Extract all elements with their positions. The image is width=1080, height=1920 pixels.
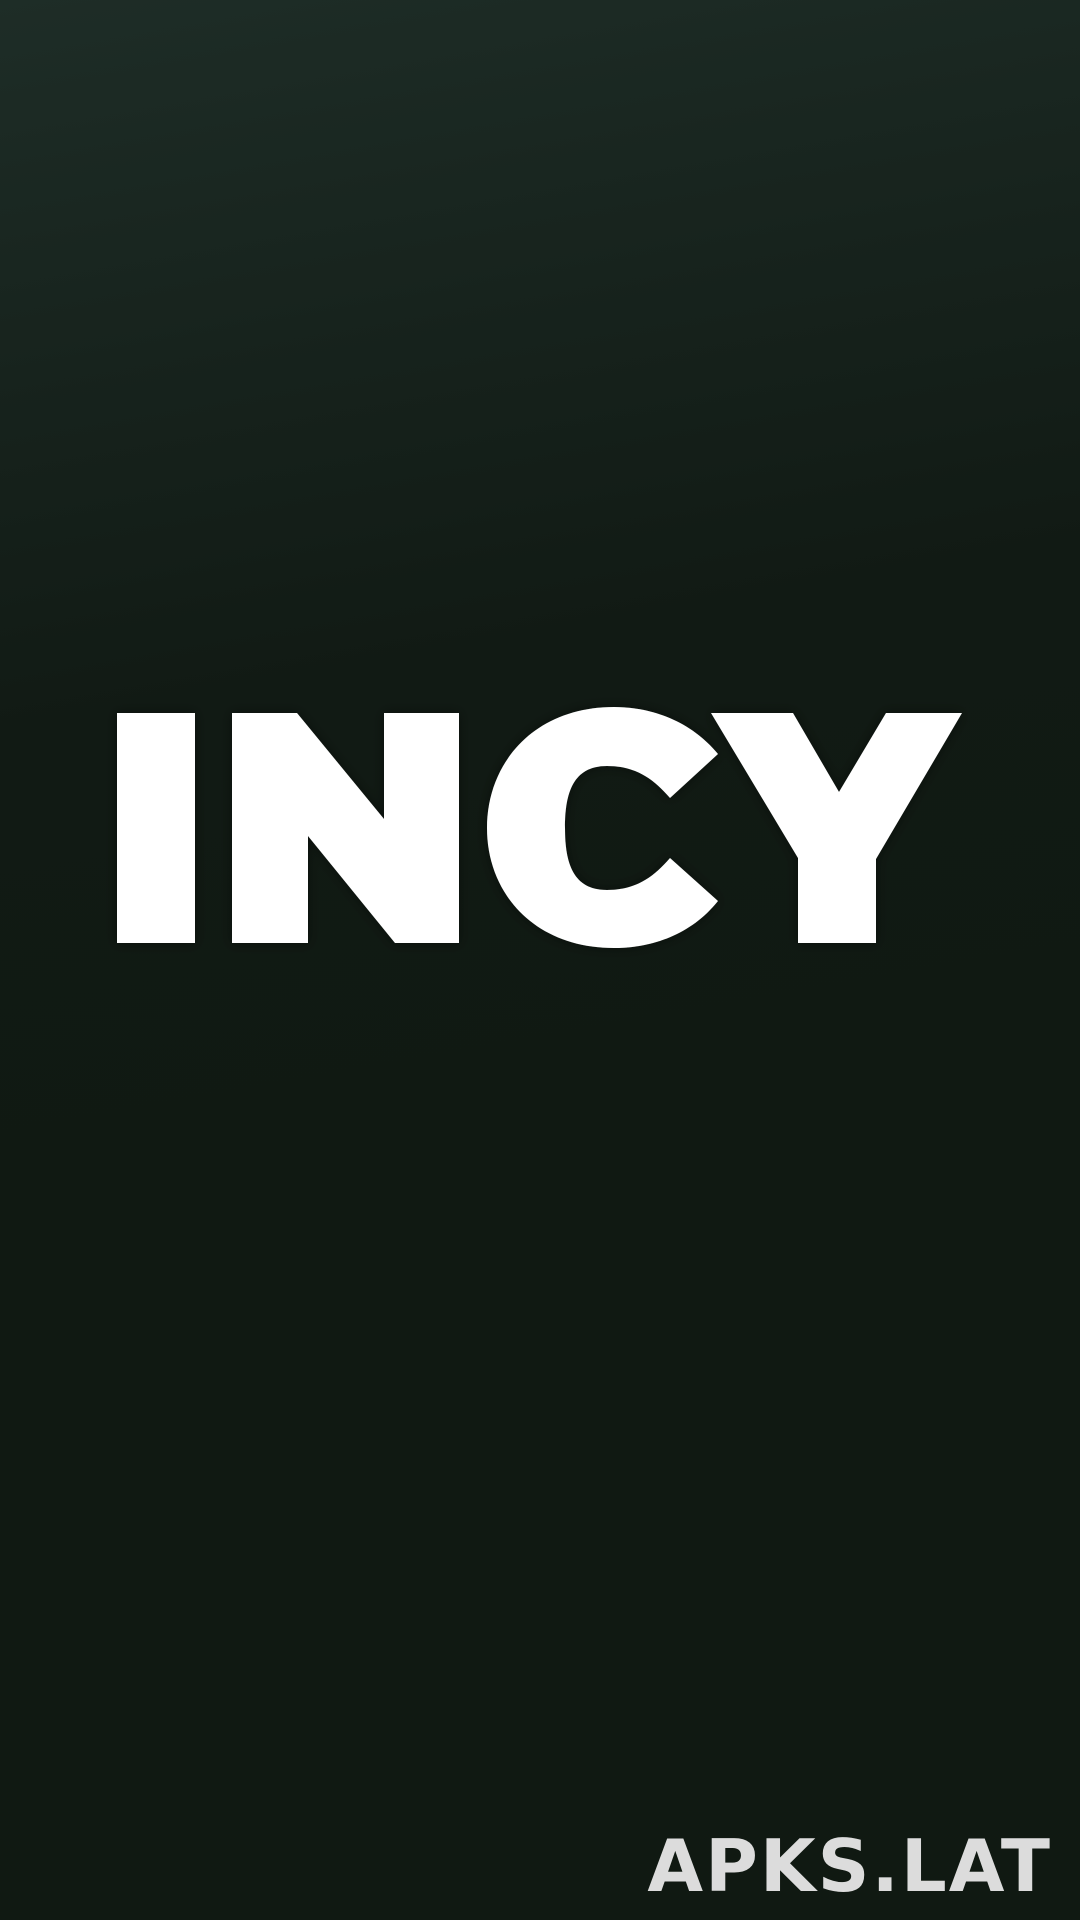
app-logo [0, 680, 1080, 980]
incy-logo-wordmark [117, 707, 962, 948]
watermark-text: APKS.LAT [647, 1824, 1052, 1908]
splash-screen: APKS.LAT [0, 0, 1080, 1920]
